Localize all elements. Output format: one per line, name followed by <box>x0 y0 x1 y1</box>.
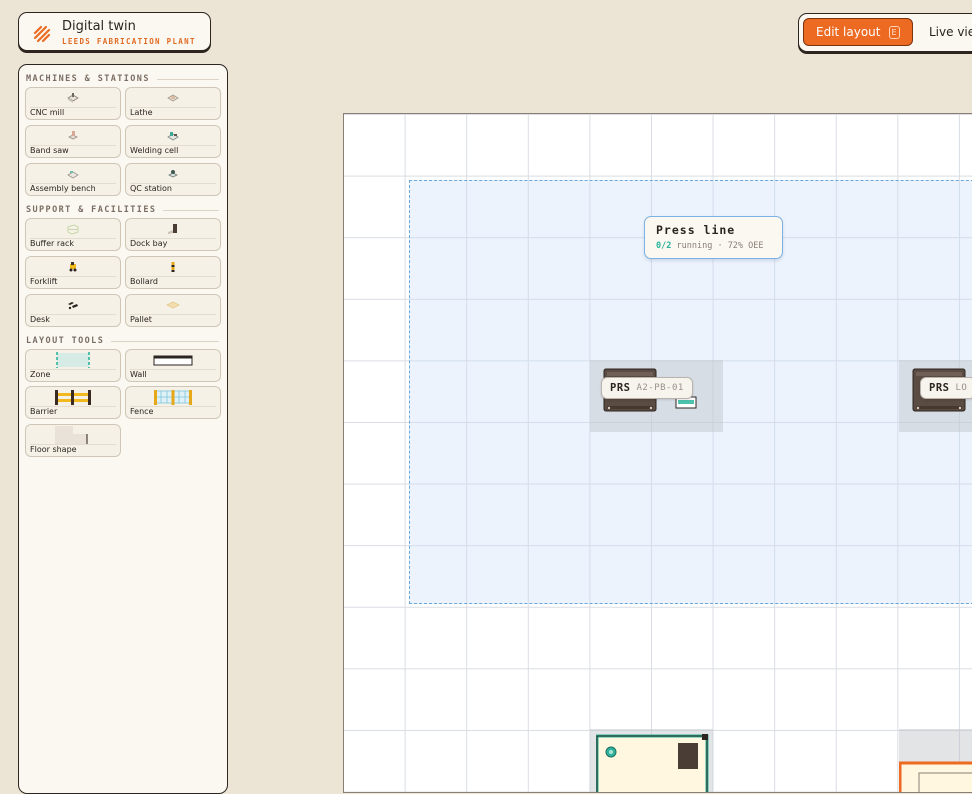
welding-cell-icon <box>167 132 179 141</box>
shortcut-badge: E <box>888 25 900 39</box>
palette-item-band-saw[interactable]: Band saw <box>25 125 121 158</box>
palette-item-label: Assembly bench <box>30 184 96 193</box>
section-machines-title: MACHINES & STATIONS <box>26 74 219 84</box>
palette-item-desk[interactable]: Desk <box>25 294 121 327</box>
palette-item-label: Zone <box>30 370 51 379</box>
plant-logo-icon <box>33 25 51 43</box>
mode-switch: Edit layout E Live view <box>798 13 972 52</box>
palette-item-label: Bollard <box>130 277 158 286</box>
bollard-icon <box>171 262 175 272</box>
cnc-mill-icon <box>67 93 79 103</box>
zone-running-count: 0/2 <box>656 241 672 251</box>
palette-item-label: Forklift <box>30 277 58 286</box>
workstation-machine[interactable] <box>899 761 972 793</box>
palette-item-welding-cell[interactable]: Welding cell <box>125 125 221 158</box>
palette-item-label: Wall <box>130 370 147 379</box>
palette-item-assembly-bench[interactable]: Assembly bench <box>25 163 121 196</box>
zone-oee: 72% OEE <box>727 241 764 251</box>
dock-bay-icon <box>168 224 177 234</box>
station-label[interactable]: PRS A2-PB-01 <box>601 377 693 399</box>
zone-label-card[interactable]: Press line 0/2 running · 72% OEE <box>644 216 783 259</box>
floor-canvas[interactable]: Press line 0/2 running · 72% OEE PRS A2-… <box>343 113 972 793</box>
palette-item-label: Fence <box>130 407 154 416</box>
palette-item-qc-station[interactable]: QC station <box>125 163 221 196</box>
station-code: PRS <box>610 382 631 394</box>
app-title: Digital twin <box>62 19 136 34</box>
section-support-title: SUPPORT & FACILITIES <box>26 205 219 215</box>
palette-item-label: Band saw <box>30 146 69 155</box>
wall-icon <box>153 355 193 366</box>
palette-item-label: CNC mill <box>30 108 65 117</box>
palette-item-label: Lathe <box>130 108 153 117</box>
palette-item-forklift[interactable]: Forklift <box>25 256 121 289</box>
palette-item-label: Barrier <box>30 407 58 416</box>
palette-item-barrier[interactable]: Barrier <box>25 386 121 419</box>
buffer-rack-icon <box>67 224 79 235</box>
palette-item-cnc-mill[interactable]: CNC mill <box>25 87 121 120</box>
palette-item-buffer-rack[interactable]: Buffer rack <box>25 218 121 251</box>
station-id: LO <box>955 383 968 393</box>
lathe-icon <box>167 94 179 102</box>
palette-item-wall[interactable]: Wall <box>125 349 221 382</box>
zone-name: Press line <box>656 223 736 237</box>
barrier-icon <box>55 390 91 405</box>
zone-running-label: running <box>676 241 713 251</box>
brand-card: Digital twin LEEDS FABRICATION PLANT <box>18 12 211 51</box>
palette-item-zone[interactable]: Zone <box>25 349 121 382</box>
palette-item-label: Buffer rack <box>30 239 75 248</box>
plant-name: LEEDS FABRICATION PLANT <box>62 37 196 46</box>
palette-item-label: Desk <box>30 315 50 324</box>
palette-item-label: Dock bay <box>130 239 168 248</box>
zone-icon <box>56 352 90 368</box>
palette-item-bollard[interactable]: Bollard <box>125 256 221 289</box>
station-label[interactable]: PRS LO <box>920 377 972 399</box>
component-palette: MACHINES & STATIONS CNC mill Lathe Band … <box>18 64 228 794</box>
palette-item-label: QC station <box>130 184 172 193</box>
desk-icon <box>68 302 78 310</box>
fence-icon <box>154 390 192 405</box>
palette-item-label: Pallet <box>130 315 152 324</box>
pallet-icon <box>166 301 180 309</box>
assembly-bench-icon <box>67 171 79 179</box>
forklift-icon <box>69 262 77 272</box>
station-id: A2-PB-01 <box>636 383 684 393</box>
palette-item-fence[interactable]: Fence <box>125 386 221 419</box>
station-code: PRS <box>929 382 950 394</box>
zone-status: 0/2 running · 72% OEE <box>656 241 764 251</box>
palette-item-dock-bay[interactable]: Dock bay <box>125 218 221 251</box>
palette-item-label: Welding cell <box>130 146 179 155</box>
assembly-bench-machine[interactable] <box>596 734 710 793</box>
palette-item-lathe[interactable]: Lathe <box>125 87 221 120</box>
band-saw-icon <box>68 131 78 140</box>
qc-station-icon <box>168 170 178 178</box>
palette-item-floor-shape[interactable]: Floor shape <box>25 424 121 457</box>
palette-item-label: Floor shape <box>30 445 77 454</box>
edit-layout-label: Edit layout <box>816 25 881 39</box>
section-layout-tools-title: LAYOUT TOOLS <box>26 336 219 346</box>
live-view-button[interactable]: Live view <box>929 25 972 39</box>
edit-layout-button[interactable]: Edit layout E <box>803 18 913 46</box>
palette-item-pallet[interactable]: Pallet <box>125 294 221 327</box>
floor-shape-icon <box>55 426 88 444</box>
